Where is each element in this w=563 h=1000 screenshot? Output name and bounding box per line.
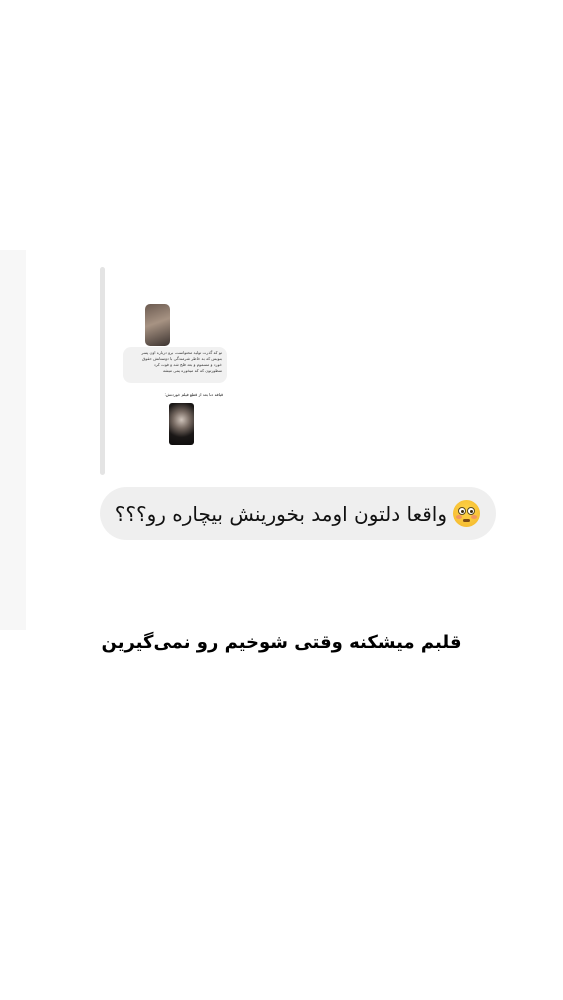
story-caption: قلبم میشکنه وقتی شوخیم رو نمی‌گیرین: [101, 632, 462, 653]
flushed-face-icon: [453, 500, 480, 527]
comment-line: منظورتون که که میخوره یمی میشه: [162, 368, 222, 373]
quoted-comment-bubble: تو که گذرت تولید محتواست، برو درباره اون…: [123, 347, 227, 383]
message-bubble[interactable]: واقعا دلتون اومد بخورینش بیچاره رو؟؟؟: [100, 487, 496, 540]
photo-thumbnail-top: [145, 304, 170, 346]
quoted-caption: قیافه دنا بعد از قطع فیلم خوردنش:: [164, 392, 223, 397]
message-text: واقعا دلتون اومد بخورینش بیچاره رو؟؟؟: [114, 501, 447, 526]
previous-story-edge: [0, 250, 26, 630]
photo-thumbnail-bottom: [169, 403, 194, 445]
quoted-screenshot[interactable]: تو که گذرت تولید محتواست، برو درباره اون…: [118, 296, 238, 456]
reply-quote-bar: [100, 267, 105, 475]
